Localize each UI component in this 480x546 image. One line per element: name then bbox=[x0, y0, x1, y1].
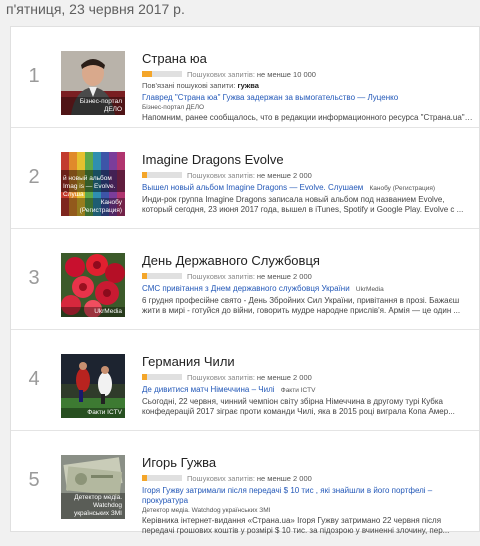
search-volume: Пошукових запитів: не менше 2 000 bbox=[142, 473, 473, 483]
news-source: UkrMedia bbox=[355, 286, 384, 293]
thumbnail-image[interactable]: Бізнес-портал ДЕЛО bbox=[61, 51, 125, 115]
volume-bar bbox=[142, 71, 182, 77]
news-snippet: Керівника інтернет-видання «Страна.ua» І… bbox=[142, 516, 450, 535]
thumbnail-image[interactable]: UkrMedia bbox=[61, 253, 125, 317]
news-snippet: Инди-рок группа Imagine Dragons записала… bbox=[142, 195, 464, 214]
news-snippet: 6 грудня професійне свято - День Збройни… bbox=[142, 296, 461, 315]
rank-number: 4 bbox=[28, 368, 40, 390]
news-source: Факти ICTV bbox=[280, 387, 316, 394]
trend-card[interactable]: 5 Детектор медіа. Watchdog українських З… bbox=[11, 431, 479, 535]
related-query-link[interactable]: гужва bbox=[237, 81, 258, 90]
volume-value: не менше 2 000 bbox=[256, 372, 312, 382]
news-source: Канобу (Регистрация) bbox=[369, 185, 436, 192]
trend-title[interactable]: День Державного Службовця bbox=[142, 253, 473, 269]
trend-card[interactable]: 2 й новый альбом Imag is — Evolve. Слуша… bbox=[11, 128, 479, 229]
trend-title[interactable]: Игорь Гужва bbox=[142, 455, 473, 471]
news-headline: Вышел новый альбом Imagine Dragons — Evo… bbox=[142, 183, 473, 194]
volume-bar bbox=[142, 475, 182, 481]
news-headline-link[interactable]: Ігоря Гужву затримали після передачі $ 1… bbox=[142, 486, 473, 506]
volume-bar bbox=[142, 172, 182, 178]
volume-label: Пошукових запитів: bbox=[187, 69, 255, 79]
rank-number: 3 bbox=[28, 267, 40, 289]
volume-bar-fill bbox=[142, 374, 147, 380]
news-headline: Де дивитися матч Німеччина – Чилі Факти … bbox=[142, 385, 473, 396]
news-headline-link[interactable]: СМС привітання з Днем державного службов… bbox=[142, 284, 350, 293]
news-headline-link[interactable]: Де дивитися матч Німеччина – Чилі bbox=[142, 385, 275, 394]
news-headline-link[interactable]: Вышел новый альбом Imagine Dragons — Evo… bbox=[142, 183, 363, 192]
volume-bar bbox=[142, 273, 182, 279]
thumbnail-caption: Факти ICTV bbox=[61, 408, 125, 418]
news-snippet: Напомним, ранее сообщалось, что в редакц… bbox=[142, 113, 473, 122]
related-queries: Пов'язані пошукові запити: гужва bbox=[142, 81, 473, 90]
news-headline-link[interactable]: Главред "Страна юа" Гужва задержан за вы… bbox=[142, 93, 473, 103]
volume-label: Пошукових запитів: bbox=[187, 271, 255, 281]
search-volume: Пошукових запитів: не менше 10 000 bbox=[142, 69, 473, 79]
volume-bar bbox=[142, 374, 182, 380]
volume-value: не менше 2 000 bbox=[256, 271, 312, 281]
search-volume: Пошукових запитів: не менше 2 000 bbox=[142, 170, 473, 180]
thumbnail-caption: Детектор медіа. Watchdog українських ЗМІ bbox=[61, 493, 125, 519]
volume-label: Пошукових запитів: bbox=[187, 473, 255, 483]
volume-value: не менше 10 000 bbox=[256, 69, 316, 79]
date-header: п'ятниця, 23 червня 2017 р. bbox=[6, 1, 185, 17]
search-volume: Пошукових запитів: не менше 2 000 bbox=[142, 372, 473, 382]
trend-card[interactable]: 4 Факти ICTV Германия Чили Пошукових зап… bbox=[11, 330, 479, 431]
volume-bar-fill bbox=[142, 273, 147, 279]
volume-label: Пошукових запитів: bbox=[187, 170, 255, 180]
thumbnail-caption: UkrMedia bbox=[61, 307, 125, 317]
trend-card[interactable]: 1 Бізнес-портал ДЕЛО Страна юа Пошукових… bbox=[11, 27, 479, 128]
trend-title[interactable]: Imagine Dragons Evolve bbox=[142, 152, 473, 168]
volume-value: не менше 2 000 bbox=[256, 170, 312, 180]
related-label: Пов'язані пошукові запити: bbox=[142, 81, 236, 90]
news-source: Детектор медіа. Watchdog українських ЗМІ bbox=[142, 507, 271, 514]
news-snippet: Сьогодні, 22 червня, чинний чемпіон світ… bbox=[142, 397, 455, 416]
rank-number: 2 bbox=[28, 166, 40, 188]
rank-number: 5 bbox=[28, 469, 40, 491]
thumbnail-caption: Бізнес-портал ДЕЛО bbox=[61, 97, 125, 115]
trend-title[interactable]: Германия Чили bbox=[142, 354, 473, 370]
volume-value: не менше 2 000 bbox=[256, 473, 312, 483]
volume-label: Пошукових запитів: bbox=[187, 372, 255, 382]
thumbnail-image[interactable]: Детектор медіа. Watchdog українських ЗМІ bbox=[61, 455, 125, 519]
news-headline: СМС привітання з Днем державного службов… bbox=[142, 284, 473, 295]
volume-bar-fill bbox=[142, 475, 147, 481]
trend-title[interactable]: Страна юа bbox=[142, 51, 473, 67]
trend-card[interactable]: 3 UkrMedia День Державного Службовця Пош… bbox=[11, 229, 479, 330]
thumbnail-caption: Канобу (Регистрация) bbox=[61, 198, 125, 216]
volume-bar-fill bbox=[142, 172, 147, 178]
trending-list: 1 Бізнес-портал ДЕЛО Страна юа Пошукових… bbox=[10, 26, 480, 535]
news-source: Бізнес-портал ДЕЛО bbox=[142, 104, 205, 111]
thumbnail-image[interactable]: Факти ICTV bbox=[61, 354, 125, 418]
search-volume: Пошукових запитів: не менше 2 000 bbox=[142, 271, 473, 281]
rank-number: 1 bbox=[28, 65, 40, 87]
volume-bar-fill bbox=[142, 71, 152, 77]
thumbnail-image[interactable]: й новый альбом Imag is — Evolve. Слуша К… bbox=[61, 152, 125, 216]
thumbnail-overlay-text: й новый альбом Imag is — Evolve. Слуша bbox=[63, 175, 116, 198]
